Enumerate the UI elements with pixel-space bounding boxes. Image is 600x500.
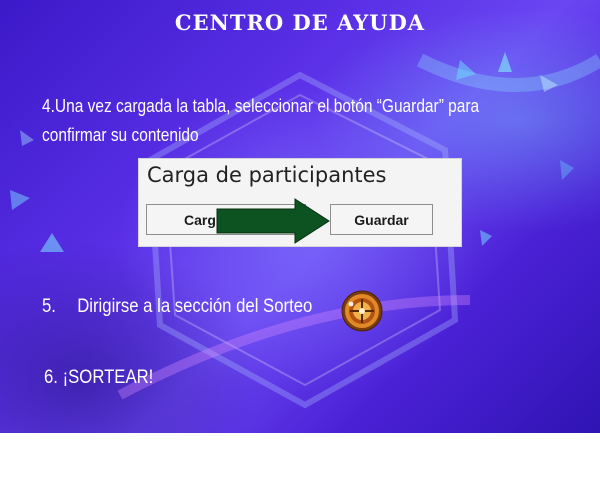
- step-5-text: Dirigirse a la sección del Sorteo: [77, 296, 313, 317]
- roulette-icon[interactable]: [341, 290, 383, 332]
- save-button[interactable]: Guardar: [330, 204, 433, 235]
- step-6-instruction: 6. ¡SORTEAR!: [44, 367, 154, 388]
- arrow-right-icon: [216, 198, 330, 244]
- page-title: CENTRO DE AYUDA: [174, 10, 426, 35]
- help-panel: CENTRO DE AYUDA 4.Una vez cargada la tab…: [0, 0, 600, 433]
- step-5-instruction: 5. Dirigirse a la sección del Sorteo: [42, 296, 312, 318]
- step-4-instruction: 4.Una vez cargada la tabla, seleccionar …: [42, 96, 480, 145]
- participants-upload-screenshot: Carga de participantes Carg Guardar: [138, 158, 462, 247]
- step-5-number: 5.: [42, 296, 56, 317]
- screenshot-title: Carga de participantes: [147, 163, 387, 187]
